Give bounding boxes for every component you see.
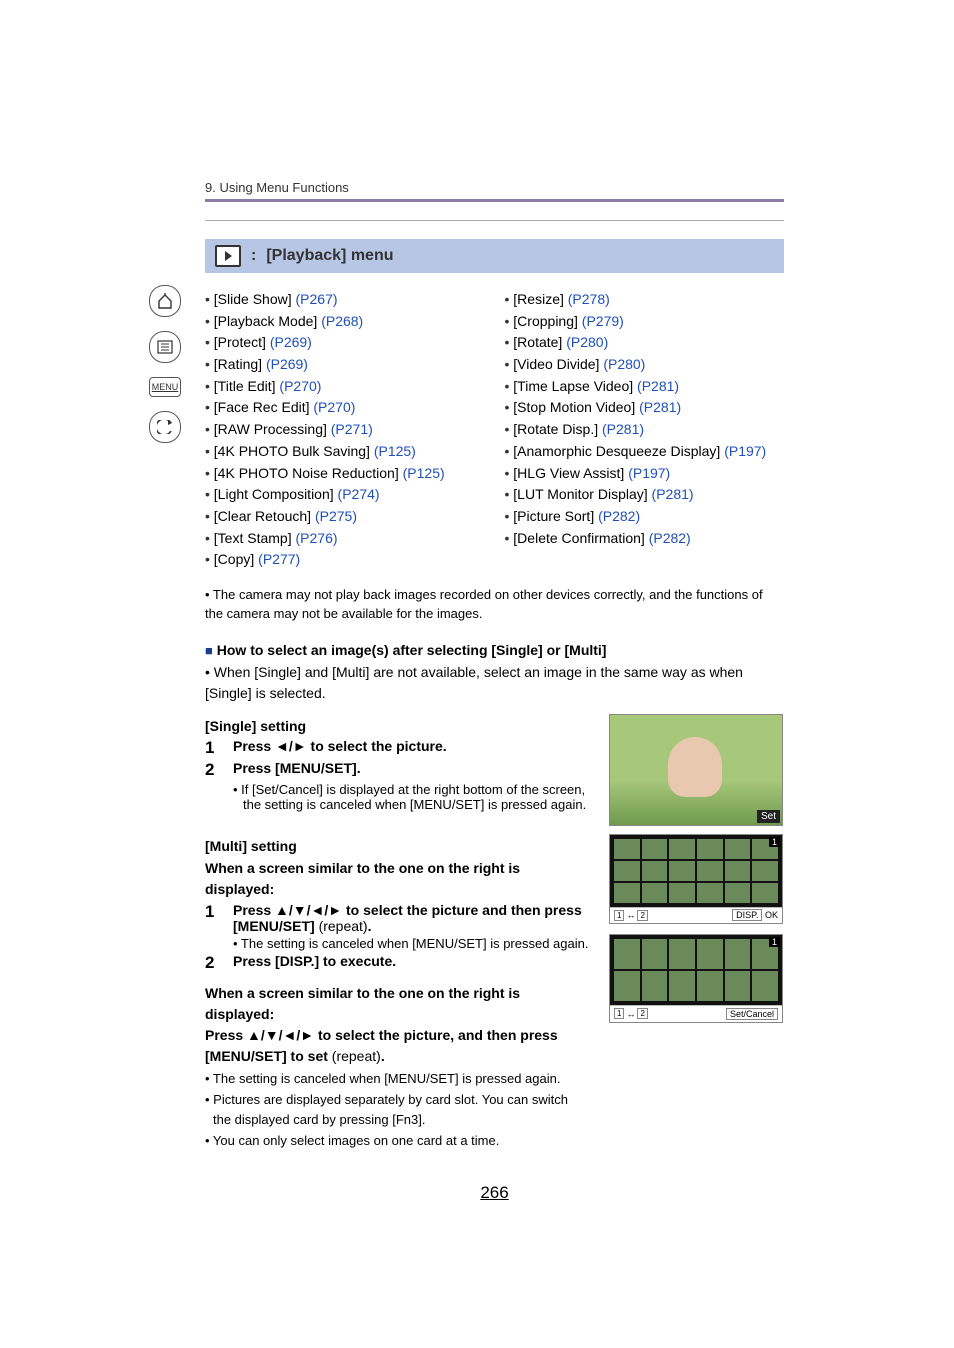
playback-icon [215,245,241,267]
menu-item[interactable]: • [Clear Retouch] (P275) [205,506,485,528]
press-text: (repeat) [332,1048,381,1064]
slot-indicator: 1↔2 [614,1008,648,1020]
square-icon: ■ [205,643,213,658]
menu-item[interactable]: • [Protect] (P269) [205,332,485,354]
step-number: 1 [205,738,221,758]
menu-item[interactable]: • [HLG View Assist] (P197) [505,463,785,485]
menu-item[interactable]: • [Text Stamp] (P276) [205,528,485,550]
substep: • The setting is canceled when [MENU/SET… [233,936,589,951]
bullet: • You can only select images on one card… [205,1131,589,1151]
slot-indicator: 1↔2 [614,910,648,921]
step-number: 2 [205,953,221,973]
single-heading: [Single] setting [205,718,589,734]
corner-badge: 1 [769,937,780,947]
step-text: . [368,918,372,934]
title-sep: : [251,247,256,265]
step-text: Press [DISP.] to execute. [233,953,396,969]
menu-item[interactable]: • [Time Lapse Video] (P281) [505,376,785,398]
menu-item[interactable]: • [Cropping] (P279) [505,311,785,333]
menu-item[interactable]: • [Title Edit] (P270) [205,376,485,398]
step-text: Press ◄/► to select the picture. [233,738,447,754]
step-number: 2 [205,760,221,780]
menu-item[interactable]: • [Resize] (P278) [505,289,785,311]
disp-label: DISP. [732,909,762,921]
setcancel-label: Set/Cancel [726,1008,778,1020]
list-icon[interactable] [149,331,181,363]
note: • The camera may not play back images re… [205,585,784,624]
menu-col2: • [Resize] (P278)• [Cropping] (P279)• [R… [505,289,785,571]
multi-preview-grid2: 1 1↔2 Set/Cancel [609,934,783,1023]
menu-item[interactable]: • [Copy] (P277) [205,549,485,571]
multi-heading: [Multi] setting [205,838,589,854]
divider [205,220,784,221]
menu-item[interactable]: • [Delete Confirmation] (P282) [505,528,785,550]
section-title: : [Playback] menu [205,239,784,273]
ok-label: OK [765,910,778,920]
menu-item[interactable]: • [Anamorphic Desqueeze Display] (P197) [505,441,785,463]
menu-item[interactable]: • [4K PHOTO Noise Reduction] (P125) [205,463,485,485]
menu-item[interactable]: • [RAW Processing] (P271) [205,419,485,441]
menu-item[interactable]: • [Video Divide] (P280) [505,354,785,376]
howto-body: • When [Single] and [Multi] are not avai… [205,662,784,704]
step-text: Press [MENU/SET]. [233,760,361,776]
menu-item[interactable]: • [Face Rec Edit] (P270) [205,397,485,419]
multi-preview-grid: 1 1↔2 DISP. OK [609,834,783,924]
multi-intro: When a screen similar to the one on the … [205,860,520,897]
menu-item[interactable]: • [LUT Monitor Display] (P281) [505,484,785,506]
menu-item[interactable]: • [Rating] (P269) [205,354,485,376]
breadcrumb: 9. Using Menu Functions [205,180,784,195]
menu-item[interactable]: • [Rotate Disp.] (P281) [505,419,785,441]
menu-item[interactable]: • [Stop Motion Video] (P281) [505,397,785,419]
menu-button[interactable]: MENU [149,377,181,397]
substep: • If [Set/Cancel] is displayed at the ri… [233,782,589,812]
bullet: • Pictures are displayed separately by c… [205,1090,589,1129]
set-label: Set [757,810,780,823]
corner-badge: 1 [769,837,780,847]
step-text: Press ▲/▼/◄/► to select the picture and … [233,902,582,934]
bullet: • The setting is canceled when [MENU/SET… [205,1069,589,1089]
press-text: . [381,1048,385,1064]
menu-item[interactable]: • [Rotate] (P280) [505,332,785,354]
multi-intro2: When a screen similar to the one on the … [205,985,520,1022]
back-icon[interactable] [149,411,181,443]
menu-item[interactable]: • [4K PHOTO Bulk Saving] (P125) [205,441,485,463]
menu-item[interactable]: • [Picture Sort] (P282) [505,506,785,528]
menu-col1: • [Slide Show] (P267)• [Playback Mode] (… [205,289,485,571]
page-number: 266 [205,1183,784,1203]
step-number: 1 [205,902,221,934]
home-icon[interactable] [149,285,181,317]
title-text: [Playback] menu [266,247,393,265]
menu-item[interactable]: • [Slide Show] (P267) [205,289,485,311]
howto-heading: ■ How to select an image(s) after select… [205,642,784,658]
menu-item[interactable]: • [Light Composition] (P274) [205,484,485,506]
step-text: (repeat) [319,918,368,934]
divider [205,199,784,202]
menu-item[interactable]: • [Playback Mode] (P268) [205,311,485,333]
single-preview: Set [609,714,783,826]
